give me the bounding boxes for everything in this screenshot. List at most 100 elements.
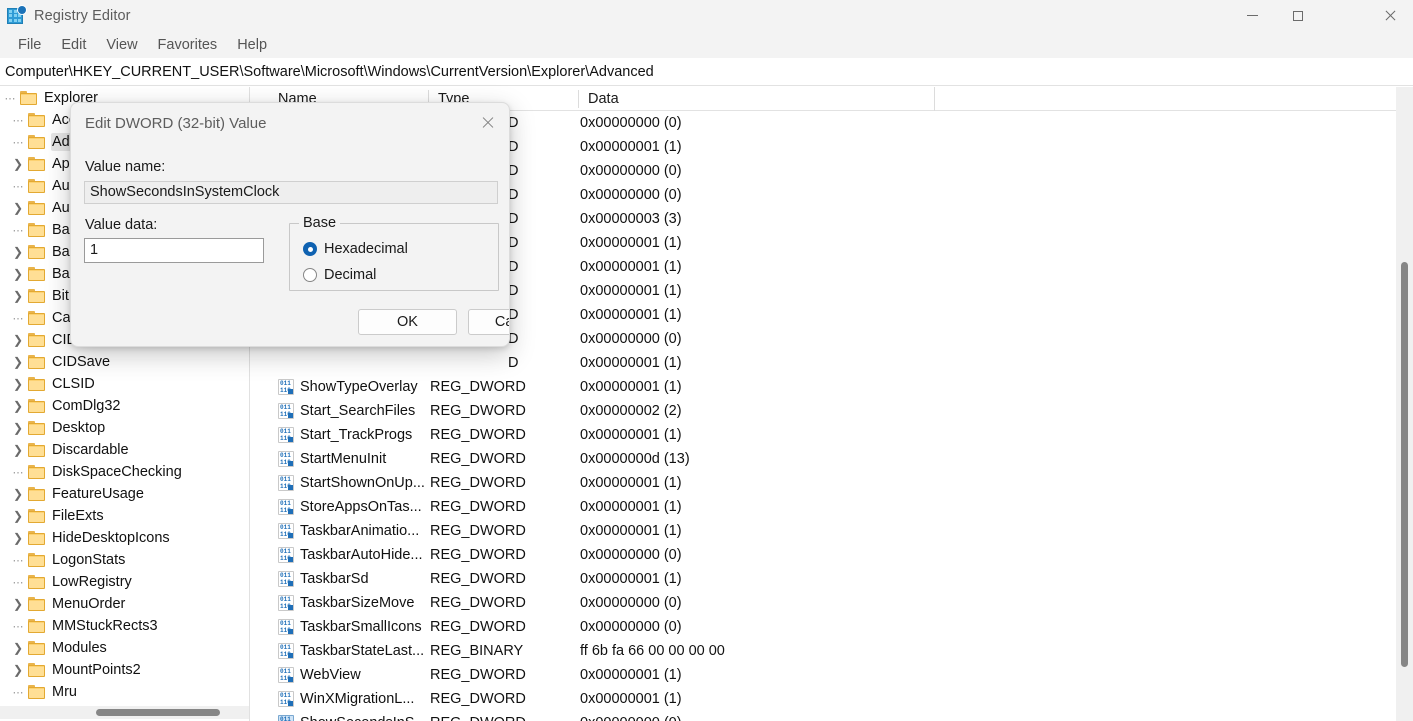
value-name-cell: TaskbarSmallIcons <box>300 619 422 635</box>
menu-item-view[interactable]: View <box>96 35 147 55</box>
menu-item-file[interactable]: File <box>8 35 51 55</box>
value-name-cell: StoreAppsOnTas... <box>300 499 422 515</box>
tree-item-logonstats[interactable]: ⋯ LogonStats <box>0 549 249 571</box>
address-bar[interactable]: Computer\HKEY_CURRENT_USER\Software\Micr… <box>0 58 1413 86</box>
list-vertical-scrollbar[interactable] <box>1396 87 1413 721</box>
tree-item-mru[interactable]: ⋯ Mru <box>0 681 249 703</box>
ok-button[interactable]: OK <box>358 309 457 335</box>
chevron-right-icon[interactable]: ❯ <box>8 637 28 659</box>
chevron-right-icon[interactable]: ❯ <box>8 153 28 175</box>
tree-item-cidsave[interactable]: ❯ CIDSave <box>0 351 249 373</box>
tree-item-discardable[interactable]: ❯ Discardable <box>0 439 249 461</box>
tree-dotted-connector: ⋯ <box>12 312 24 325</box>
chevron-right-icon[interactable]: ❯ <box>8 417 28 439</box>
tree-item-label: Discardable <box>52 442 129 458</box>
table-row[interactable]: 011 110 TaskbarSmallIcons REG_DWORD 0x000000… <box>270 615 1413 639</box>
chevron-right-icon[interactable]: ❯ <box>8 395 28 417</box>
radio-decimal[interactable]: Decimal <box>303 267 376 283</box>
tree-item-fileexts[interactable]: ❯ FileExts <box>0 505 249 527</box>
folder-icon <box>28 531 45 545</box>
chevron-right-icon[interactable]: ❯ <box>8 329 28 351</box>
column-header-data[interactable]: Data <box>580 87 619 111</box>
table-row[interactable]: 011110D0x00000001 (1) <box>270 351 1413 375</box>
table-row[interactable]: 011 110 TaskbarAnimatio... REG_DWORD 0x00000… <box>270 519 1413 543</box>
maximize-button[interactable] <box>1275 0 1321 31</box>
folder-icon <box>28 619 45 633</box>
chevron-right-icon[interactable]: ❯ <box>8 285 28 307</box>
tree-item-desktop[interactable]: ❯ Desktop <box>0 417 249 439</box>
tree-item-label-wrap: HideDesktopIcons <box>51 529 175 547</box>
table-row[interactable]: 011 110 Start_SearchFiles REG_DWORD 0x000000… <box>270 399 1413 423</box>
chevron-right-icon[interactable]: ❯ <box>8 351 28 373</box>
chevron-right-icon[interactable]: ❯ <box>8 659 28 681</box>
table-row[interactable]: 011 110 ShowTypeOverlay REG_DWORD 0x00000001… <box>270 375 1413 399</box>
chevron-right-icon[interactable]: ❯ <box>8 373 28 395</box>
tree-item-mountpoints2[interactable]: ❯ MountPoints2 <box>0 659 249 681</box>
radio-hexadecimal[interactable]: Hexadecimal <box>303 241 408 257</box>
minimize-button[interactable] <box>1229 0 1275 31</box>
value-data-cell: 0x00000001 (1) <box>580 499 682 515</box>
tree-item-modules[interactable]: ❯ Modules <box>0 637 249 659</box>
chevron-right-icon[interactable]: ❯ <box>8 241 28 263</box>
value-name-input[interactable]: ShowSecondsInSystemClock <box>84 181 498 204</box>
scrollbar-thumb[interactable] <box>1401 262 1408 667</box>
tree-item-label-wrap: CIDSave <box>51 353 115 371</box>
folder-icon <box>28 443 45 457</box>
scrollbar-thumb[interactable] <box>96 709 220 716</box>
tree-item-mmstuckrects3[interactable]: ⋯ MMStuckRects3 <box>0 615 249 637</box>
table-row[interactable]: 011110 ShowSecondsInS...REG_DWORD 0x000000… <box>270 711 1413 721</box>
tree-item-comdlg32[interactable]: ❯ ComDlg32 <box>0 395 249 417</box>
table-row[interactable]: 011 110 TaskbarAutoHide... REG_DWORD 0x00000… <box>270 543 1413 567</box>
tree-item-featureusage[interactable]: ❯ FeatureUsage <box>0 483 249 505</box>
value-data-cell: 0x00000000 (0) <box>580 163 682 179</box>
folder-icon <box>28 509 45 523</box>
table-row[interactable]: 011 110 Start_TrackProgs REG_DWORD 0x0000000… <box>270 423 1413 447</box>
folder-icon <box>28 421 45 435</box>
column-divider[interactable] <box>934 87 935 111</box>
column-separator[interactable] <box>578 90 579 108</box>
value-type-cell: REG_DWORD <box>430 499 526 515</box>
tree-item-clsid[interactable]: ❯ CLSID <box>0 373 249 395</box>
base-legend: Base <box>299 215 341 231</box>
chevron-right-icon[interactable]: ❯ <box>8 593 28 615</box>
table-row[interactable]: 011 110 WebView REG_DWORD 0x00000001 (1) <box>270 663 1413 687</box>
chevron-right-icon[interactable]: ❯ <box>8 439 28 461</box>
folder-icon <box>28 201 45 215</box>
registry-value-icon: 011110 <box>278 547 294 563</box>
tree-item-menuorder[interactable]: ❯ MenuOrder <box>0 593 249 615</box>
chevron-right-icon[interactable]: ❯ <box>8 527 28 549</box>
value-data-input[interactable]: 1 <box>84 238 264 263</box>
value-data-cell: 0x00000003 (3) <box>580 211 682 227</box>
tree-item-label: DiskSpaceChecking <box>52 464 182 480</box>
value-name-cell: Start_TrackProgs <box>300 427 413 443</box>
value-data-cell: 0x00000000 (0) <box>580 711 682 721</box>
chevron-right-icon[interactable]: ❯ <box>8 197 28 219</box>
chevron-right-icon[interactable]: ❯ <box>8 483 28 505</box>
tree-item-label: CIDSave <box>52 354 111 370</box>
table-row[interactable]: 011 110 StartShownOnUp... REG_DWORD 0x000000… <box>270 471 1413 495</box>
tree-horizontal-scrollbar[interactable] <box>0 706 249 719</box>
menu-item-help[interactable]: Help <box>227 35 277 55</box>
tree-item-diskspacechecking[interactable]: ⋯ DiskSpaceChecking <box>0 461 249 483</box>
table-row[interactable]: 011 110 WinXMigrationL... REG_DWORD 0x000000… <box>270 687 1413 711</box>
menu-item-edit[interactable]: Edit <box>51 35 96 55</box>
dialog-close-icon[interactable] <box>469 107 505 137</box>
chevron-right-icon[interactable]: ❯ <box>8 505 28 527</box>
table-row[interactable]: 011 110 TaskbarSizeMove REG_DWORD 0x00000000… <box>270 591 1413 615</box>
table-row[interactable]: 011 110 StartMenuInit REG_DWORD 0x0000000d (… <box>270 447 1413 471</box>
folder-icon <box>28 179 45 193</box>
tree-item-hidedesktopicons[interactable]: ❯ HideDesktopIcons <box>0 527 249 549</box>
chevron-right-icon[interactable]: ❯ <box>8 263 28 285</box>
close-button[interactable] <box>1367 0 1413 31</box>
tree-item-label-wrap: ComDlg32 <box>51 397 126 415</box>
tree-item-label-wrap: LogonStats <box>51 551 130 569</box>
cancel-button[interactable]: Cancel <box>468 309 509 335</box>
table-row[interactable]: 011 110 StoreAppsOnTas... REG_DWORD 0x000000… <box>270 495 1413 519</box>
menu-item-favorites[interactable]: Favorites <box>148 35 228 55</box>
table-row[interactable]: 011 110 TaskbarSd REG_DWORD 0x00000001 (1) <box>270 567 1413 591</box>
tree-item-lowregistry[interactable]: ⋯ LowRegistry <box>0 571 249 593</box>
tree-item-label: LowRegistry <box>52 574 132 590</box>
registry-value-icon: 011110 <box>278 499 294 515</box>
table-row[interactable]: 011 110 TaskbarStateLast... REG_BINARY ff 6b… <box>270 639 1413 663</box>
dialog-title: Edit DWORD (32-bit) Value <box>85 115 267 132</box>
